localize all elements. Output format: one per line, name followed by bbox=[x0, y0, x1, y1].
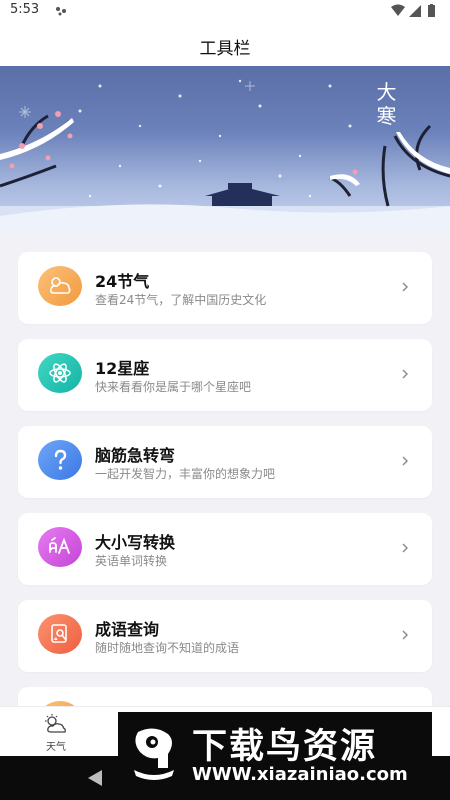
tool-title: 12星座 bbox=[95, 359, 150, 378]
tool-card-solar-terms[interactable]: 24节气 查看24节气，了解中国历史文化 bbox=[18, 252, 432, 324]
tool-subtitle: 快来看看你是属于哪个星座吧 bbox=[95, 380, 252, 394]
chevron-right-icon bbox=[402, 456, 408, 466]
notification-dots-icon bbox=[56, 7, 66, 16]
bird-logo bbox=[134, 728, 174, 780]
letter-case-icon bbox=[38, 527, 82, 567]
tab-weather[interactable]: 天气 bbox=[28, 713, 84, 753]
chevron-right-icon bbox=[402, 543, 408, 553]
tool-subtitle: 一起开发智力，丰富你的想象力吧 bbox=[95, 467, 276, 481]
search-doc-icon bbox=[38, 614, 82, 654]
banner-image: 大寒 bbox=[0, 66, 450, 232]
tool-subtitle: 查看24节气，了解中国历史文化 bbox=[95, 293, 267, 307]
tool-card-case-convert[interactable]: 大小写转换 英语单词转换 bbox=[18, 513, 432, 585]
status-time: 5:53 bbox=[10, 2, 40, 17]
title-bar: 工具栏 bbox=[0, 22, 450, 66]
tab-label: 天气 bbox=[46, 742, 66, 753]
banner-solar-term-text: 大寒 bbox=[376, 80, 398, 128]
back-icon[interactable] bbox=[86, 768, 104, 788]
chevron-right-icon bbox=[402, 282, 408, 292]
tool-title: 大小写转换 bbox=[95, 533, 176, 552]
tool-subtitle: 英语单词转换 bbox=[95, 554, 168, 568]
cloud-icon bbox=[38, 266, 82, 306]
tool-title: 脑筋急转弯 bbox=[95, 446, 176, 465]
tool-card-idiom-search[interactable]: 成语查询 随时随地查询不知道的成语 bbox=[18, 600, 432, 672]
chevron-right-icon bbox=[402, 369, 408, 379]
signal-battery-icon bbox=[391, 4, 435, 17]
chevron-right-icon bbox=[402, 630, 408, 640]
question-icon bbox=[38, 440, 82, 480]
tool-title: 成语查询 bbox=[95, 620, 160, 639]
tool-subtitle: 随时随地查询不知道的成语 bbox=[95, 641, 240, 655]
tool-title: 24节气 bbox=[95, 272, 150, 291]
tool-card-riddles[interactable]: 脑筋急转弯 一起开发智力，丰富你的想象力吧 bbox=[18, 426, 432, 498]
watermark-url: WWW.xiazainiao.com bbox=[192, 764, 408, 785]
weather-icon bbox=[45, 714, 66, 733]
status-bar: 5:53 bbox=[0, 0, 450, 22]
tool-card-zodiac[interactable]: 12星座 快来看看你是属于哪个星座吧 bbox=[18, 339, 432, 411]
page-title: 工具栏 bbox=[199, 39, 251, 59]
watermark-overlay: 下载鸟资源 WWW.xiazainiao.com bbox=[118, 712, 432, 792]
watermark-text: 下载鸟资源 bbox=[192, 727, 378, 767]
atom-icon bbox=[38, 353, 82, 393]
